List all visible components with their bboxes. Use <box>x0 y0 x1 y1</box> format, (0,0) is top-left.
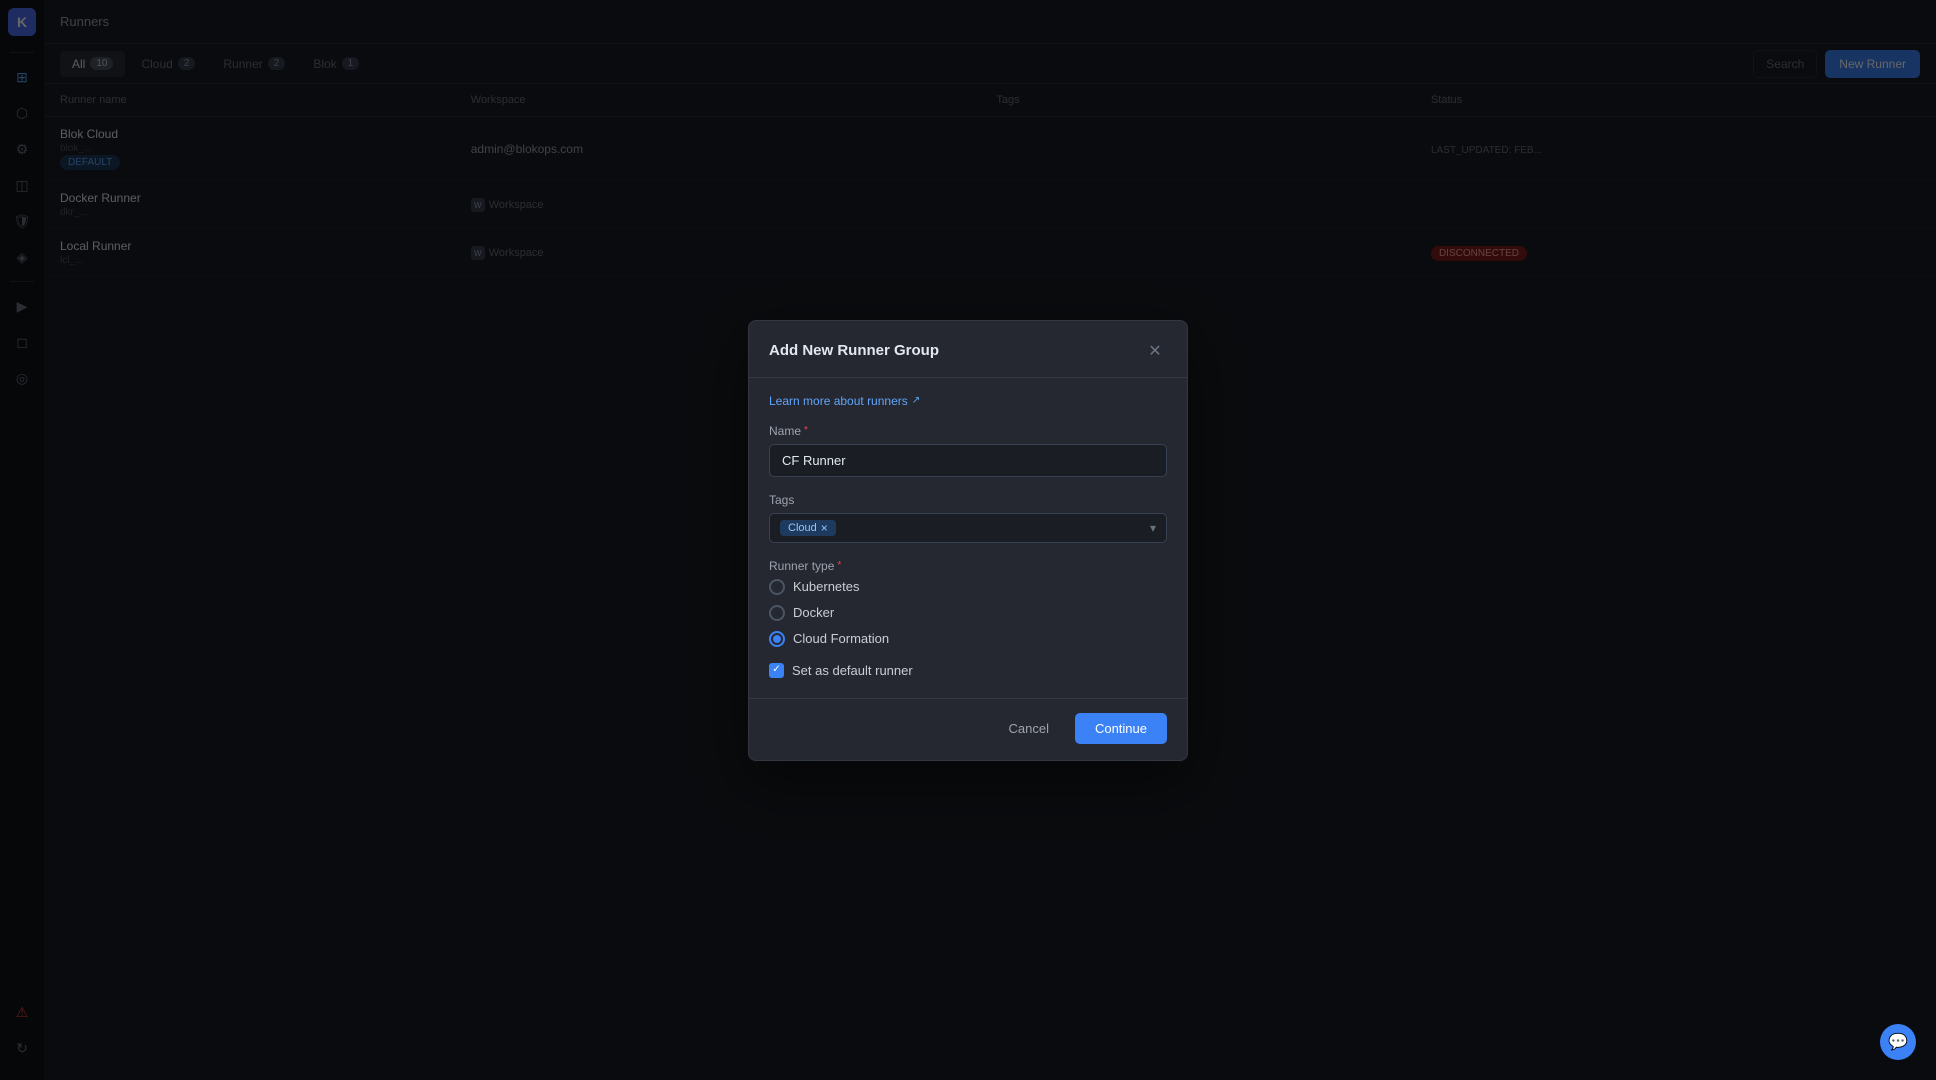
add-runner-modal: Add New Runner Group ✕ Learn more about … <box>748 320 1188 761</box>
radio-circle-docker <box>769 605 785 621</box>
runner-type-group: Runner type * Kubernetes Docker <box>769 559 1167 647</box>
required-indicator2: * <box>837 560 841 571</box>
runner-type-label: Runner type * <box>769 559 1167 573</box>
modal-body: Learn more about runners ↗ Name * Tags C… <box>749 378 1187 698</box>
radio-cloud-formation[interactable]: Cloud Formation <box>769 631 1167 647</box>
modal-overlay: Add New Runner Group ✕ Learn more about … <box>0 0 1936 1080</box>
name-field-group: Name * <box>769 424 1167 477</box>
checkbox-check-icon: ✓ <box>772 665 780 675</box>
default-runner-checkbox-item[interactable]: ✓ Set as default runner <box>769 663 1167 678</box>
tags-chevron-icon: ▾ <box>1150 521 1156 535</box>
radio-circle-kubernetes <box>769 579 785 595</box>
learn-more-text: Learn more about runners <box>769 394 908 408</box>
default-runner-label: Set as default runner <box>792 663 913 678</box>
close-button[interactable]: ✕ <box>1143 339 1167 363</box>
learn-more-link[interactable]: Learn more about runners ↗ <box>769 394 1167 408</box>
name-label: Name * <box>769 424 1167 438</box>
cancel-button[interactable]: Cancel <box>992 713 1064 744</box>
radio-kubernetes[interactable]: Kubernetes <box>769 579 1167 595</box>
chat-icon: 💬 <box>1888 1032 1908 1052</box>
radio-circle-cloud-formation <box>769 631 785 647</box>
radio-label-cloud-formation: Cloud Formation <box>793 631 889 646</box>
default-runner-checkbox[interactable]: ✓ <box>769 663 784 678</box>
tags-field-group: Tags Cloud × ▾ <box>769 493 1167 543</box>
external-link-icon: ↗ <box>912 395 920 406</box>
radio-docker[interactable]: Docker <box>769 605 1167 621</box>
modal-footer: Cancel Continue <box>749 698 1187 760</box>
radio-label-kubernetes: Kubernetes <box>793 579 860 594</box>
tags-input[interactable]: Cloud × ▾ <box>769 513 1167 543</box>
tag-chip-label: Cloud <box>788 522 817 534</box>
required-indicator: * <box>804 425 808 436</box>
radio-dot-cloud-formation <box>773 635 781 643</box>
modal-header: Add New Runner Group ✕ <box>749 321 1187 378</box>
runner-type-radio-group: Kubernetes Docker Cloud Formation <box>769 579 1167 647</box>
tags-label: Tags <box>769 493 1167 507</box>
tag-chip-cloud: Cloud × <box>780 520 836 536</box>
tag-remove-button[interactable]: × <box>821 522 828 534</box>
modal-title: Add New Runner Group <box>769 342 939 359</box>
chat-widget-button[interactable]: 💬 <box>1880 1024 1916 1060</box>
radio-label-docker: Docker <box>793 605 834 620</box>
continue-button[interactable]: Continue <box>1075 713 1167 744</box>
name-input[interactable] <box>769 444 1167 477</box>
